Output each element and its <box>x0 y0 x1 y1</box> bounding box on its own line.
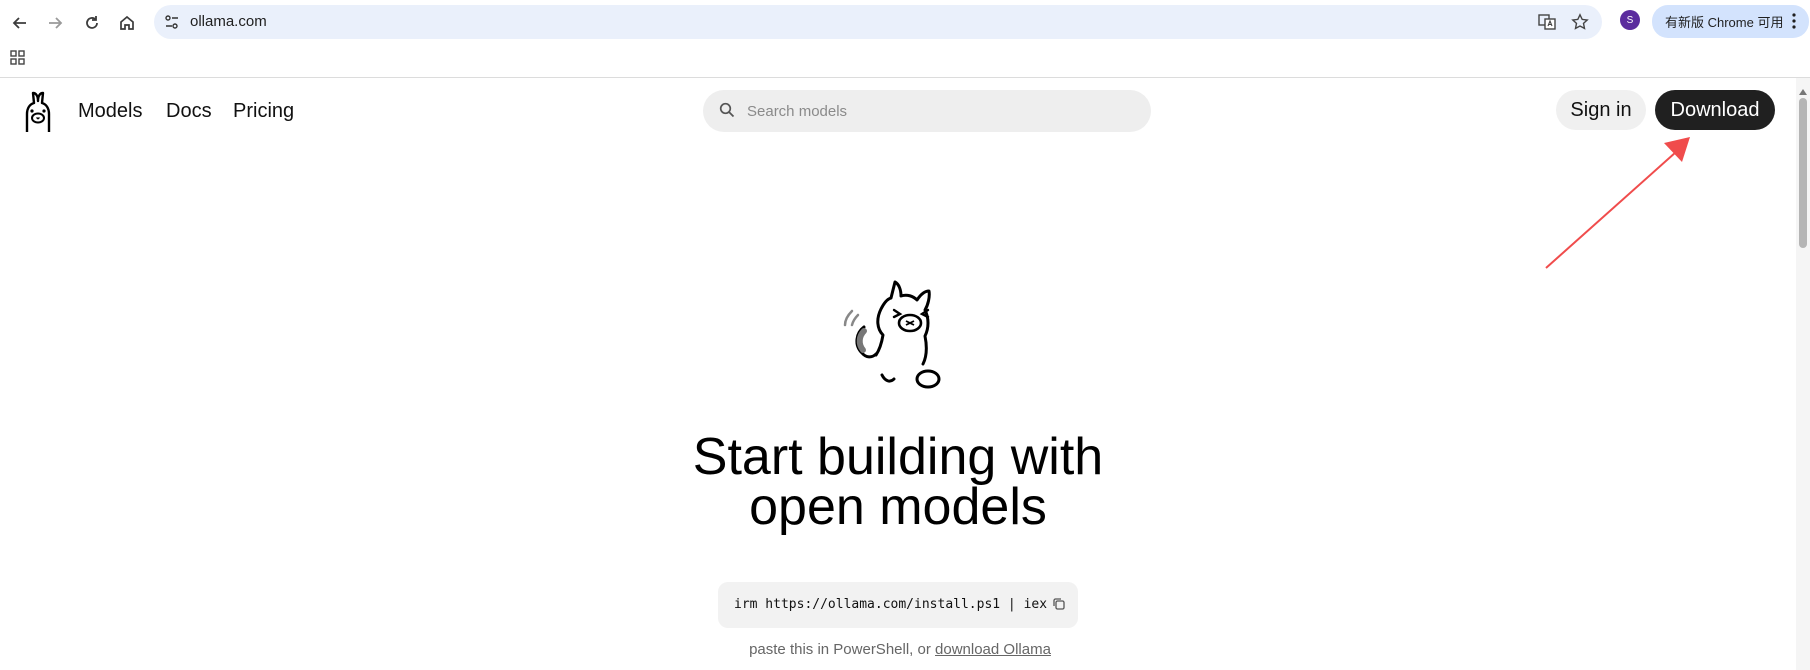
forward-icon[interactable] <box>40 8 70 38</box>
home-icon[interactable] <box>112 8 142 38</box>
nav-pricing[interactable]: Pricing <box>233 100 294 123</box>
address-bar[interactable]: ollama.com <box>154 5 1602 39</box>
translate-icon[interactable] <box>1538 13 1556 36</box>
menu-dots-icon[interactable] <box>1791 12 1797 33</box>
apps-grid-icon[interactable] <box>10 50 26 71</box>
browser-toolbar: ollama.com S 有新版 Chrome 可用 <box>0 0 1810 78</box>
ollama-logo[interactable] <box>18 90 58 139</box>
hero-title-line-1: Start building with <box>692 428 1104 486</box>
page-scrollbar[interactable] <box>1796 78 1810 670</box>
update-label: 有新版 Chrome 可用 <box>1665 15 1784 30</box>
install-command-box[interactable]: irm https://ollama.com/install.ps1 | iex <box>718 582 1078 628</box>
url-text[interactable]: ollama.com <box>190 13 267 30</box>
install-note: paste this in PowerShell, or download Ol… <box>600 641 1200 658</box>
chrome-update-button[interactable]: 有新版 Chrome 可用 <box>1652 5 1809 38</box>
back-icon[interactable] <box>5 8 35 38</box>
nav-models[interactable]: Models <box>78 100 142 123</box>
site-settings-icon[interactable] <box>164 14 180 35</box>
waving-llama-illustration <box>836 275 956 395</box>
search-box[interactable] <box>703 90 1151 132</box>
copy-icon[interactable] <box>1052 597 1066 616</box>
nav-docs[interactable]: Docs <box>166 100 212 123</box>
search-input[interactable] <box>747 97 1127 125</box>
install-command[interactable]: irm https://ollama.com/install.ps1 | iex <box>734 597 1047 612</box>
install-note-text: paste this in PowerShell, or <box>749 641 936 658</box>
download-button[interactable]: Download <box>1655 90 1775 130</box>
site-header: Models Docs Pricing Sign in Download <box>0 78 1790 148</box>
profile-avatar[interactable]: S <box>1620 10 1640 30</box>
hero-title-line-2: open models <box>749 478 1047 536</box>
download-ollama-link[interactable]: download Ollama <box>935 641 1051 658</box>
reload-icon[interactable] <box>77 8 107 38</box>
scrollbar-thumb[interactable] <box>1799 98 1807 248</box>
star-icon[interactable] <box>1571 13 1589 36</box>
signin-button[interactable]: Sign in <box>1556 90 1646 130</box>
hero-title: Start building with open models <box>598 428 1198 536</box>
search-icon <box>719 102 735 123</box>
